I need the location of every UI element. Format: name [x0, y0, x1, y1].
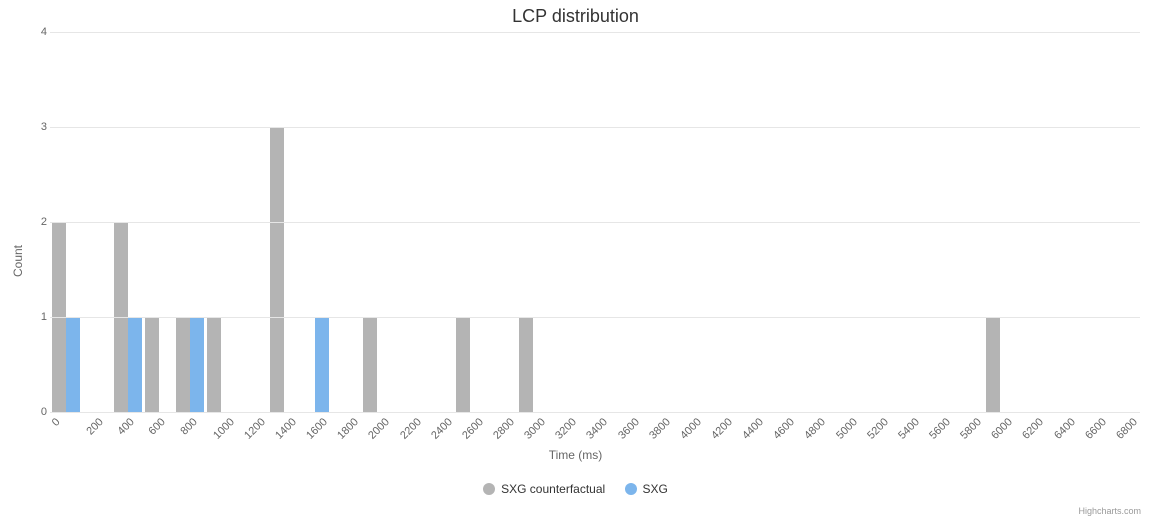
- legend-swatch-icon: [483, 483, 495, 495]
- x-tick: 600: [147, 416, 168, 437]
- legend-item-sxg-counterfactual[interactable]: SXG counterfactual: [483, 482, 605, 496]
- legend-label: SXG: [643, 482, 668, 496]
- bar[interactable]: [190, 317, 204, 412]
- credits-link[interactable]: Highcharts.com: [1078, 506, 1141, 516]
- bar[interactable]: [456, 317, 470, 412]
- legend-item-sxg[interactable]: SXG: [625, 482, 668, 496]
- y-tick: 1: [35, 311, 47, 323]
- x-tick: 2800: [491, 416, 517, 442]
- x-tick: 3800: [647, 416, 673, 442]
- bar[interactable]: [207, 317, 221, 412]
- bar[interactable]: [270, 127, 284, 412]
- x-axis-label: Time (ms): [0, 448, 1151, 462]
- bar[interactable]: [176, 317, 190, 412]
- x-tick: 6200: [1021, 416, 1047, 442]
- bar[interactable]: [363, 317, 377, 412]
- x-tick: 4400: [740, 416, 766, 442]
- x-tick: 3000: [522, 416, 548, 442]
- x-tick: 1000: [211, 416, 237, 442]
- bar[interactable]: [66, 317, 80, 412]
- x-tick: 5400: [896, 416, 922, 442]
- x-tick: 400: [116, 416, 137, 437]
- x-tick: 2000: [367, 416, 393, 442]
- x-tick: 2200: [398, 416, 424, 442]
- x-tick: 1800: [335, 416, 361, 442]
- x-tick: 2600: [460, 416, 486, 442]
- legend-swatch-icon: [625, 483, 637, 495]
- x-tick: 4200: [709, 416, 735, 442]
- x-ticks: 0 200 400 600 800 100012001400160018002000220…: [50, 416, 1140, 446]
- x-tick: 800: [178, 416, 199, 437]
- legend-label: SXG counterfactual: [501, 482, 605, 496]
- x-tick: 6000: [989, 416, 1015, 442]
- x-tick: 1200: [242, 416, 268, 442]
- x-tick: 0: [50, 416, 63, 429]
- x-tick: 6400: [1052, 416, 1078, 442]
- y-tick: 2: [35, 216, 47, 228]
- bar[interactable]: [519, 317, 533, 412]
- x-tick: 5000: [834, 416, 860, 442]
- x-tick: 4800: [803, 416, 829, 442]
- x-tick: 3200: [553, 416, 579, 442]
- x-tick: 4600: [771, 416, 797, 442]
- chart-container: LCP distribution Count 01234 02004006008…: [0, 0, 1151, 522]
- x-tick: 2400: [429, 416, 455, 442]
- x-tick: 6800: [1114, 416, 1140, 442]
- x-tick: 1600: [304, 416, 330, 442]
- chart-title: LCP distribution: [0, 6, 1151, 27]
- y-tick: 0: [35, 406, 47, 418]
- x-tick: 3600: [616, 416, 642, 442]
- plot-area: 01234: [50, 32, 1140, 413]
- legend: SXG counterfactual SXG: [0, 482, 1151, 498]
- y-tick: 4: [35, 26, 47, 38]
- y-axis-label: Count: [11, 245, 25, 277]
- x-tick: 3400: [585, 416, 611, 442]
- bar[interactable]: [986, 317, 1000, 412]
- x-tick: 200: [85, 416, 106, 437]
- bar[interactable]: [128, 317, 142, 412]
- x-tick: 5800: [958, 416, 984, 442]
- x-tick: 6600: [1083, 416, 1109, 442]
- x-tick: 5600: [927, 416, 953, 442]
- x-tick: 4000: [678, 416, 704, 442]
- x-tick: 1400: [273, 416, 299, 442]
- bar[interactable]: [315, 317, 329, 412]
- x-tick: 5200: [865, 416, 891, 442]
- bar[interactable]: [145, 317, 159, 412]
- y-tick: 3: [35, 121, 47, 133]
